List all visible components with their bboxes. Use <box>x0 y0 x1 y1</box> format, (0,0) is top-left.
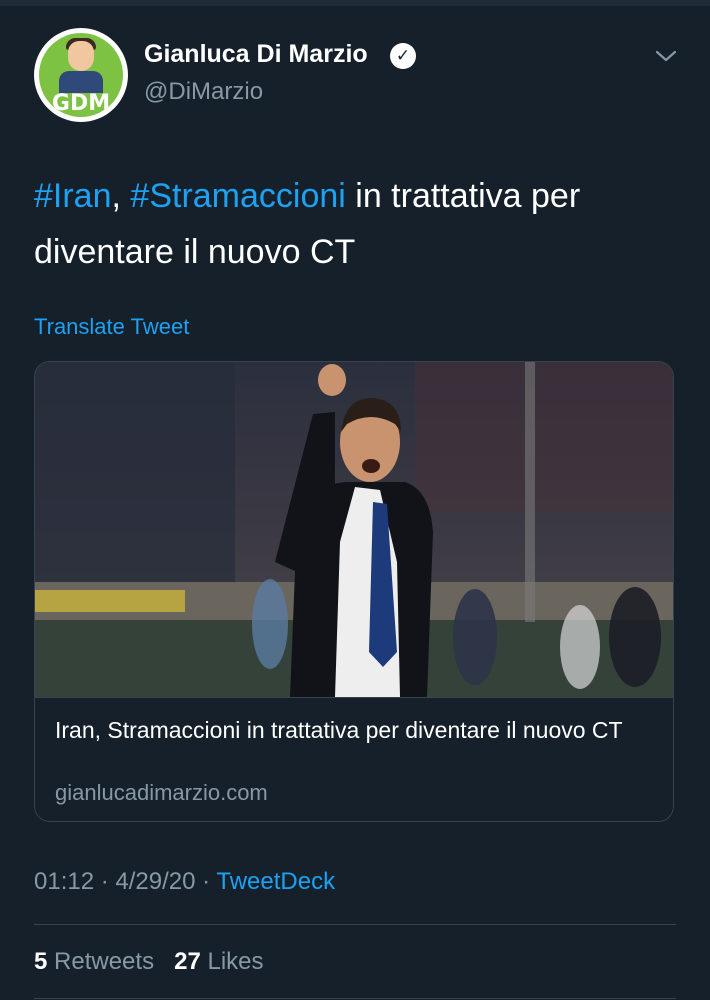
tweet-time: 01:12 <box>34 868 95 895</box>
avatar-body <box>59 71 103 93</box>
tweet-text: #Iran, #Stramaccioni in trattativa per d… <box>34 168 674 280</box>
avatar-logo-text: GDM <box>51 91 111 116</box>
tweet-source-link[interactable]: TweetDeck <box>216 868 335 895</box>
tweet-stats: 5 Retweets 27 Likes <box>34 948 264 976</box>
retweets-stat[interactable]: 5 Retweets <box>34 948 154 975</box>
avatar-head <box>68 41 94 71</box>
likes-label: Likes <box>207 948 264 975</box>
link-card-title: Iran, Stramaccioni in trattativa per div… <box>55 717 623 743</box>
link-card[interactable]: Iran, Stramaccioni in trattativa per div… <box>34 361 674 822</box>
hashtag-iran[interactable]: #Iran <box>34 177 112 215</box>
retweets-count: 5 <box>34 948 48 975</box>
top-divider <box>0 0 710 6</box>
tweet-meta: 01:12 · 4/29/20 · TweetDeck <box>34 868 335 896</box>
stats-divider-top <box>34 924 676 925</box>
translate-tweet-link[interactable]: Translate Tweet <box>34 314 189 340</box>
hashtag-stramaccioni[interactable]: #Stramaccioni <box>130 177 345 215</box>
likes-count: 27 <box>174 948 201 975</box>
link-card-domain: gianlucadimarzio.com <box>55 780 268 805</box>
avatar-illustration: GDM <box>39 33 123 117</box>
meta-separator: · <box>195 868 217 895</box>
link-card-image <box>35 362 673 697</box>
chevron-down-icon[interactable] <box>654 46 678 66</box>
stats-divider-bottom <box>34 998 676 999</box>
retweets-label: Retweets <box>54 948 155 975</box>
meta-separator: · <box>94 868 116 895</box>
likes-stat[interactable]: 27 Likes <box>174 948 263 975</box>
link-card-info: Iran, Stramaccioni in trattativa per div… <box>35 697 673 821</box>
tweet-separator: , <box>111 177 131 215</box>
avatar[interactable]: GDM <box>34 28 128 122</box>
user-handle[interactable]: @DiMarzio <box>144 78 263 106</box>
verified-badge-icon: ✓ <box>390 43 416 69</box>
display-name[interactable]: Gianluca Di Marzio <box>144 40 368 69</box>
tweet-date: 4/29/20 <box>115 868 196 895</box>
